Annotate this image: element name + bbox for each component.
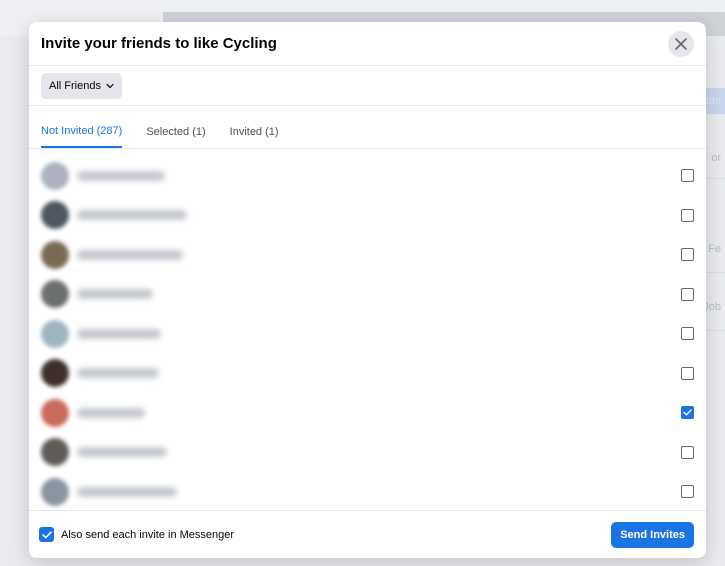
avatar — [41, 280, 69, 309]
checkmark-icon — [41, 530, 52, 538]
avatar — [41, 161, 69, 190]
friend-name: Сезі Рубан — [77, 289, 153, 300]
friend-row[interactable]: Рябов Владимир — [29, 235, 706, 275]
friends-filter-dropdown[interactable]: All Friends — [41, 72, 122, 99]
friend-checkbox[interactable] — [681, 327, 694, 341]
friend-row[interactable]: Семен Кару — [29, 354, 706, 394]
tab-selected[interactable]: Selected (1) — [146, 126, 205, 148]
avatar — [41, 438, 69, 467]
friend-name: Рябов Владимир — [77, 249, 183, 260]
invite-tabs: Not Invited (287) Selected (1) Invited (… — [29, 106, 706, 149]
avatar — [41, 359, 69, 388]
friend-row[interactable]: Руслан Прохоров — [29, 196, 706, 236]
friend-checkbox[interactable] — [681, 406, 694, 420]
close-icon — [675, 37, 687, 50]
friend-row[interactable]: Сергей Бут — [29, 393, 706, 433]
background-text-3: Fe — [708, 243, 721, 255]
dialog-title: Invite your friends to like Cycling — [41, 35, 277, 52]
friend-checkbox[interactable] — [681, 287, 694, 301]
messenger-checkbox[interactable] — [39, 527, 54, 542]
friend-row[interactable]: Руслан Алиев — [29, 156, 706, 196]
avatar — [41, 398, 69, 427]
friend-name: Руслан Алиев — [77, 170, 165, 181]
friend-checkbox[interactable] — [681, 169, 694, 183]
chevron-down-icon — [106, 83, 114, 88]
invite-friends-dialog: Invite your friends to like Cycling All … — [29, 22, 706, 558]
friend-row[interactable]: Сезі Радух — [29, 314, 706, 354]
friend-checkbox[interactable] — [681, 248, 694, 262]
avatar — [41, 319, 69, 348]
friends-filter-label: All Friends — [49, 79, 101, 92]
friend-checkbox[interactable] — [681, 366, 694, 380]
friend-list: Руслан Алиев Руслан Прохоров Рябов Владими… — [29, 156, 706, 512]
friend-name: Сезі Радух — [77, 328, 161, 339]
friend-name: Сергей Бут — [77, 407, 145, 418]
avatar — [41, 201, 69, 230]
friend-checkbox[interactable] — [681, 445, 694, 459]
messenger-checkbox-label: Also send each invite in Messenger — [61, 528, 235, 541]
checkmark-icon — [683, 409, 692, 416]
dialog-footer: Also send each invite in Messenger Send … — [29, 510, 706, 558]
friend-row[interactable]: Сергей Ильенов — [29, 472, 706, 512]
friend-name: Руслан Прохоров — [77, 210, 187, 221]
friend-row[interactable]: Сезі Рубан — [29, 275, 706, 315]
friend-name: Сергей Друзы — [77, 447, 167, 458]
friend-row[interactable]: Сергей Друзы — [29, 433, 706, 473]
send-invites-button[interactable]: Send Invites — [611, 521, 694, 548]
friend-checkbox[interactable] — [681, 208, 694, 222]
avatar — [41, 477, 69, 506]
friend-name: Сергей Ильенов — [77, 486, 177, 497]
dialog-header: Invite your friends to like Cycling — [29, 22, 706, 66]
background-text-2: or — [711, 152, 721, 164]
close-button[interactable] — [668, 30, 694, 57]
tab-invited[interactable]: Invited (1) — [230, 126, 279, 148]
avatar — [41, 240, 69, 269]
tab-not-invited[interactable]: Not Invited (287) — [41, 125, 123, 148]
filter-row: All Friends — [29, 66, 706, 106]
friend-name: Семен Кару — [77, 368, 159, 379]
friend-checkbox[interactable] — [681, 485, 694, 499]
